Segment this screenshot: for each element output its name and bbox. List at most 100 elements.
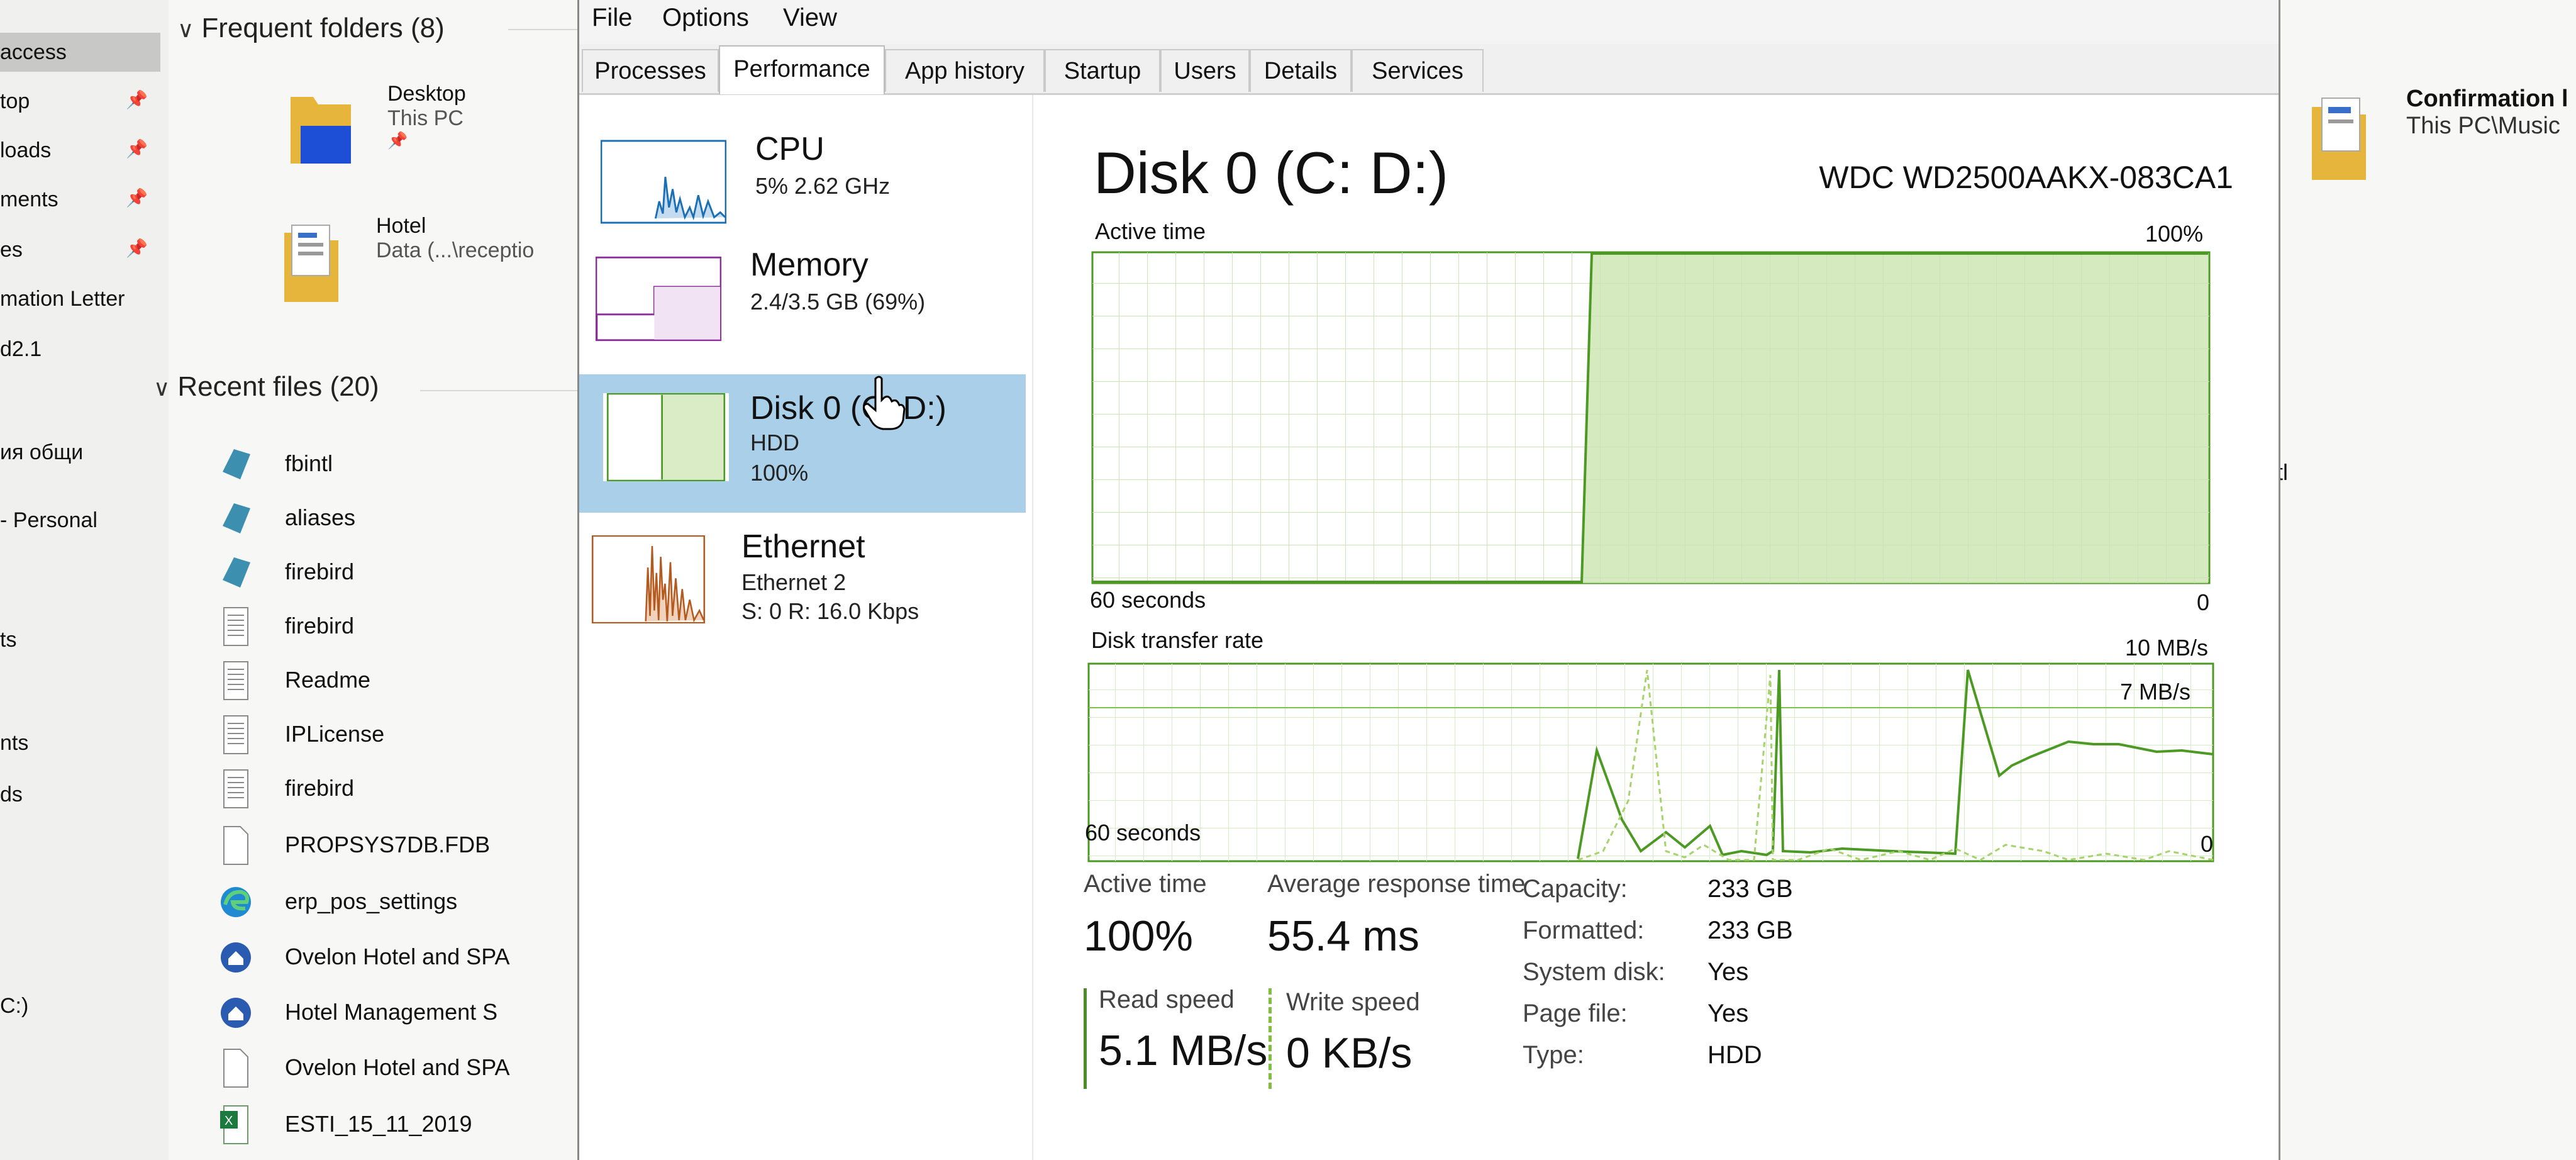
- section-divider: [508, 29, 577, 30]
- type-value: HDD: [1707, 1041, 1762, 1069]
- nav-item-quick-access[interactable]: access: [0, 33, 160, 72]
- list-item[interactable]: Readme: [169, 657, 577, 707]
- nav-item-pictures[interactable]: es: [0, 238, 23, 262]
- resource-disk-0[interactable]: Disk 0 (C: D:) HDD 100%: [579, 374, 1026, 513]
- tab-startup[interactable]: Startup: [1045, 49, 1160, 92]
- file-name: erp_pos_settings: [285, 888, 458, 914]
- disk-thumbnail-graph: [603, 393, 729, 481]
- list-item[interactable]: firebird: [169, 549, 577, 599]
- pin-icon: 📌: [126, 188, 148, 208]
- nav-item-objects[interactable]: ts: [0, 628, 16, 652]
- item-title: Confirmation l: [2406, 86, 2568, 112]
- recent-files-header[interactable]: ∨ Recent files (20): [153, 371, 379, 403]
- file-name: Ovelon Hotel and SPA: [285, 1054, 510, 1080]
- explorer-right-pane: Confirmation l This PC\Music tl: [2277, 0, 2576, 1160]
- blank-file-icon: [223, 1049, 248, 1088]
- folder-location: This PC: [387, 106, 464, 130]
- tab-app-history[interactable]: App history: [885, 49, 1045, 92]
- nav-label: nts: [0, 731, 29, 755]
- pin-icon: 📌: [126, 139, 148, 159]
- resource-memory[interactable]: Memory 2.4/3.5 GB (69%): [579, 246, 1026, 384]
- hotel-folder-icon[interactable]: [282, 220, 345, 308]
- nav-label: ds: [0, 783, 23, 806]
- resource-name: Disk 0 (C: D:): [750, 390, 947, 427]
- nav-item-downloads-2[interactable]: ds: [0, 783, 23, 807]
- active-time-min-label: 0: [2197, 589, 2210, 615]
- list-item[interactable]: Hotel Management S: [169, 989, 577, 1039]
- write-speed-label: Write speed: [1286, 988, 1420, 1016]
- web-shortcut-icon: [221, 998, 251, 1028]
- nav-item-confirmation-letter[interactable]: mation Letter: [0, 287, 125, 311]
- resource-ethernet[interactable]: Ethernet Ethernet 2 S: 0 R: 16.0 Kbps: [579, 528, 1026, 667]
- web-shortcut-icon: [221, 942, 251, 973]
- list-item[interactable]: aliases: [169, 494, 577, 545]
- nav-item-d21[interactable]: d2.1: [0, 337, 42, 362]
- nav-label: es: [0, 238, 23, 262]
- list-item[interactable]: IPLicense: [169, 711, 577, 761]
- formatted-label: Formatted:: [1523, 917, 1645, 944]
- frequent-folders-header[interactable]: ∨ Frequent folders (8): [177, 13, 445, 44]
- nav-item-local-disk[interactable]: C:): [0, 994, 28, 1018]
- pin-icon: 📌: [387, 131, 408, 150]
- menu-view[interactable]: View: [783, 4, 837, 32]
- resource-cpu[interactable]: CPU 5% 2.62 GHz: [579, 116, 1026, 255]
- list-item[interactable]: Ovelon Hotel and SPA: [169, 1044, 577, 1095]
- chevron-down-icon: ∨: [153, 375, 170, 401]
- type-label: Type:: [1523, 1041, 1584, 1069]
- task-manager-window: File Options View Processes Performance …: [577, 0, 2280, 1160]
- desktop-folder-icon[interactable]: [288, 88, 357, 170]
- tab-details[interactable]: Details: [1250, 49, 1352, 92]
- transfer-rate-axis-label: 60 seconds: [1085, 820, 1201, 845]
- active-time-max-label: 100%: [2145, 221, 2204, 247]
- list-item[interactable]: X ESTI_15_11_2019: [169, 1101, 577, 1151]
- transfer-rate-min-label: 0: [2201, 831, 2214, 857]
- menu-file[interactable]: File: [592, 4, 632, 32]
- section-divider: [420, 390, 577, 391]
- tab-processes[interactable]: Processes: [582, 49, 719, 92]
- file-name: firebird: [285, 775, 355, 801]
- memory-thumbnail-graph: [596, 255, 721, 343]
- edge-browser-icon: [221, 887, 251, 917]
- active-time-stat-label: Active time: [1084, 870, 1207, 898]
- menu-bar: File Options View: [579, 0, 2279, 44]
- nav-item-personal[interactable]: - Personal: [0, 508, 97, 533]
- file-name: IPLicense: [285, 721, 385, 747]
- resource-name: Ethernet: [741, 528, 865, 565]
- folder-hotel[interactable]: Hotel Data (...\receptio: [376, 214, 534, 263]
- nav-label: C:): [0, 994, 29, 1018]
- nav-item-documents[interactable]: ments: [0, 187, 58, 212]
- quick-access-content: ∨ Frequent folders (8) Desktop This PC 📌 …: [153, 0, 577, 1160]
- list-item[interactable]: PROPSYS7DB.FDB: [169, 822, 577, 872]
- tab-services[interactable]: Services: [1352, 49, 1484, 92]
- folder-location: Data (...\receptio: [376, 238, 535, 262]
- tab-users[interactable]: Users: [1160, 49, 1250, 92]
- folder-desktop[interactable]: Desktop This PC 📌: [387, 82, 466, 150]
- hand-pointer-icon: [863, 376, 906, 430]
- list-item[interactable]: erp_pos_settings: [169, 878, 577, 929]
- resource-detail: HDD: [750, 430, 799, 455]
- nav-label: ts: [0, 628, 17, 652]
- active-time-graph: [1091, 251, 2211, 584]
- list-item[interactable]: firebird: [169, 603, 577, 653]
- music-folder-icon[interactable]: [2309, 94, 2379, 182]
- nav-item-desktop[interactable]: top: [0, 89, 30, 114]
- write-speed-legend-bar: [1269, 988, 1272, 1089]
- text-file-icon: [223, 661, 248, 700]
- nav-item-obshchi[interactable]: ия общи: [0, 440, 83, 465]
- dll-file-icon: [223, 449, 250, 479]
- list-item[interactable]: firebird: [169, 765, 577, 815]
- menu-options[interactable]: Options: [662, 4, 749, 32]
- nav-item-downloads[interactable]: loads: [0, 138, 51, 163]
- list-item[interactable]: fbintl: [169, 440, 577, 491]
- nav-item-documents-2[interactable]: nts: [0, 731, 28, 756]
- list-item[interactable]: Ovelon Hotel and SPA: [169, 934, 577, 984]
- tab-performance[interactable]: Performance: [719, 45, 885, 94]
- read-speed-label: Read speed: [1099, 986, 1235, 1013]
- system-disk-value: Yes: [1707, 958, 1749, 986]
- response-time-value: 55.4 ms: [1267, 912, 1419, 960]
- active-time-graph-label: Active time: [1095, 218, 1206, 244]
- transfer-rate-graph: [1087, 662, 2214, 862]
- pin-icon: 📌: [126, 90, 148, 109]
- recent-item-confirmation[interactable]: Confirmation l This PC\Music: [2406, 86, 2568, 140]
- transfer-rate-mid-label: 7 MB/s: [2120, 679, 2191, 705]
